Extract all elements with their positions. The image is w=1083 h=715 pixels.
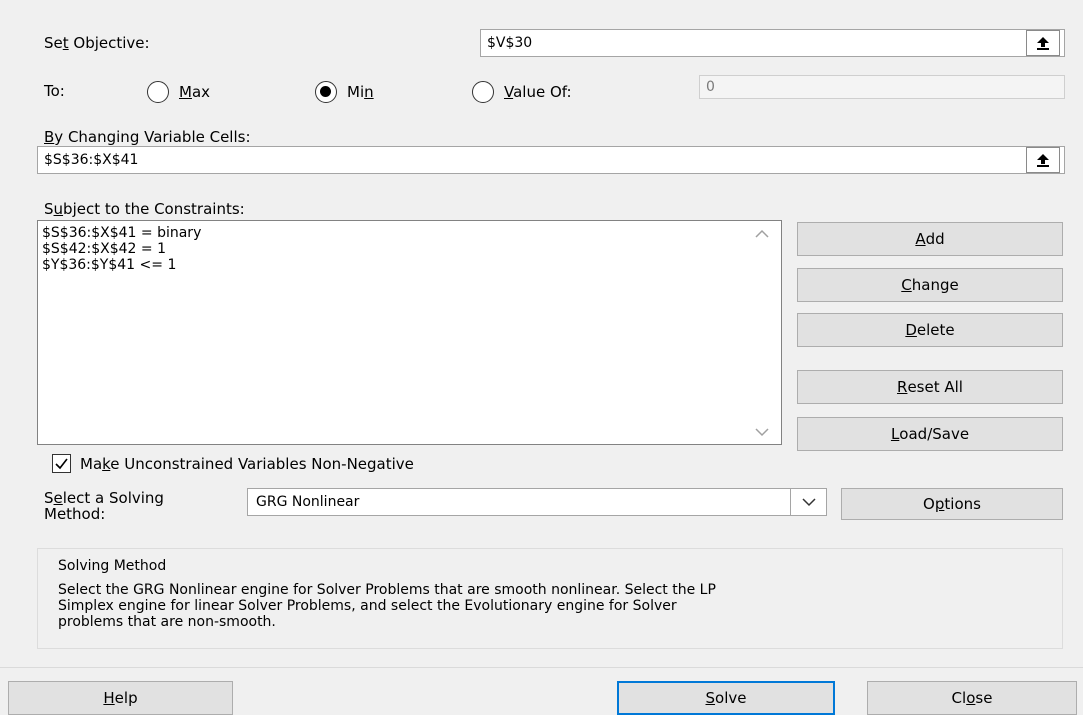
- min-radio[interactable]: [315, 81, 337, 103]
- checkmark-icon: [55, 458, 68, 470]
- nonneg-checkbox[interactable]: [52, 454, 71, 473]
- constraint-item[interactable]: $Y$36:$Y$41 <= 1: [38, 257, 781, 273]
- value-of-radio[interactable]: [472, 81, 494, 103]
- collapse-dialog-icon: [1037, 37, 1049, 50]
- changing-cells-ref-button[interactable]: [1026, 147, 1060, 173]
- add-button[interactable]: Add: [797, 222, 1063, 256]
- solving-method-description: Select the GRG Nonlinear engine for Solv…: [58, 582, 716, 630]
- changing-cells-input[interactable]: $S$36:$X$41: [37, 146, 1065, 174]
- value-of-field-value: 0: [706, 79, 715, 95]
- value-of-label[interactable]: Value Of:: [504, 83, 572, 101]
- change-button[interactable]: Change: [797, 268, 1063, 302]
- collapse-dialog-icon: [1037, 154, 1049, 167]
- method-label: Select a Solving Method:: [44, 489, 164, 523]
- constraint-item[interactable]: $S$36:$X$41 = binary: [38, 225, 781, 241]
- set-objective-label: Set Objective:: [44, 34, 150, 52]
- to-label: To:: [44, 82, 65, 100]
- scroll-down-icon[interactable]: [754, 427, 770, 437]
- scroll-up-icon[interactable]: [754, 229, 770, 239]
- close-button[interactable]: Cl o se: [867, 681, 1077, 715]
- constraints-list[interactable]: $S$36:$X$41 = binary $S$42:$X$42 = 1 $Y$…: [37, 220, 782, 445]
- value-of-input[interactable]: 0: [699, 75, 1065, 99]
- objective-input[interactable]: $V$30: [480, 29, 1065, 57]
- solving-method-title: Solving Method: [58, 558, 167, 574]
- footer-separator: [0, 667, 1083, 668]
- method-selected-value: GRG Nonlinear: [256, 494, 360, 510]
- options-button[interactable]: Op tions: [841, 488, 1063, 520]
- objective-value: $V$30: [487, 35, 533, 51]
- max-radio[interactable]: [147, 81, 169, 103]
- reset-all-button[interactable]: Reset All: [797, 370, 1063, 404]
- min-label[interactable]: Min: [347, 83, 374, 101]
- chevron-down-icon: [801, 498, 816, 507]
- method-select[interactable]: GRG Nonlinear: [247, 488, 827, 516]
- help-button[interactable]: Help: [8, 681, 233, 715]
- solve-button[interactable]: Solve: [617, 681, 835, 715]
- delete-button[interactable]: Delete: [797, 313, 1063, 347]
- load-save-button[interactable]: Load/Save: [797, 417, 1063, 451]
- method-dropdown-button[interactable]: [790, 489, 826, 515]
- objective-ref-button[interactable]: [1026, 30, 1060, 56]
- constraints-label: Subject to the Constraints:: [44, 200, 245, 218]
- changing-cells-value: $S$36:$X$41: [44, 152, 139, 168]
- nonneg-label[interactable]: Make Unconstrained Variables Non-Negativ…: [80, 455, 414, 473]
- constraint-item[interactable]: $S$42:$X$42 = 1: [38, 241, 781, 257]
- max-label[interactable]: Max: [179, 83, 210, 101]
- changing-cells-label: By Changing Variable Cells:: [44, 128, 251, 146]
